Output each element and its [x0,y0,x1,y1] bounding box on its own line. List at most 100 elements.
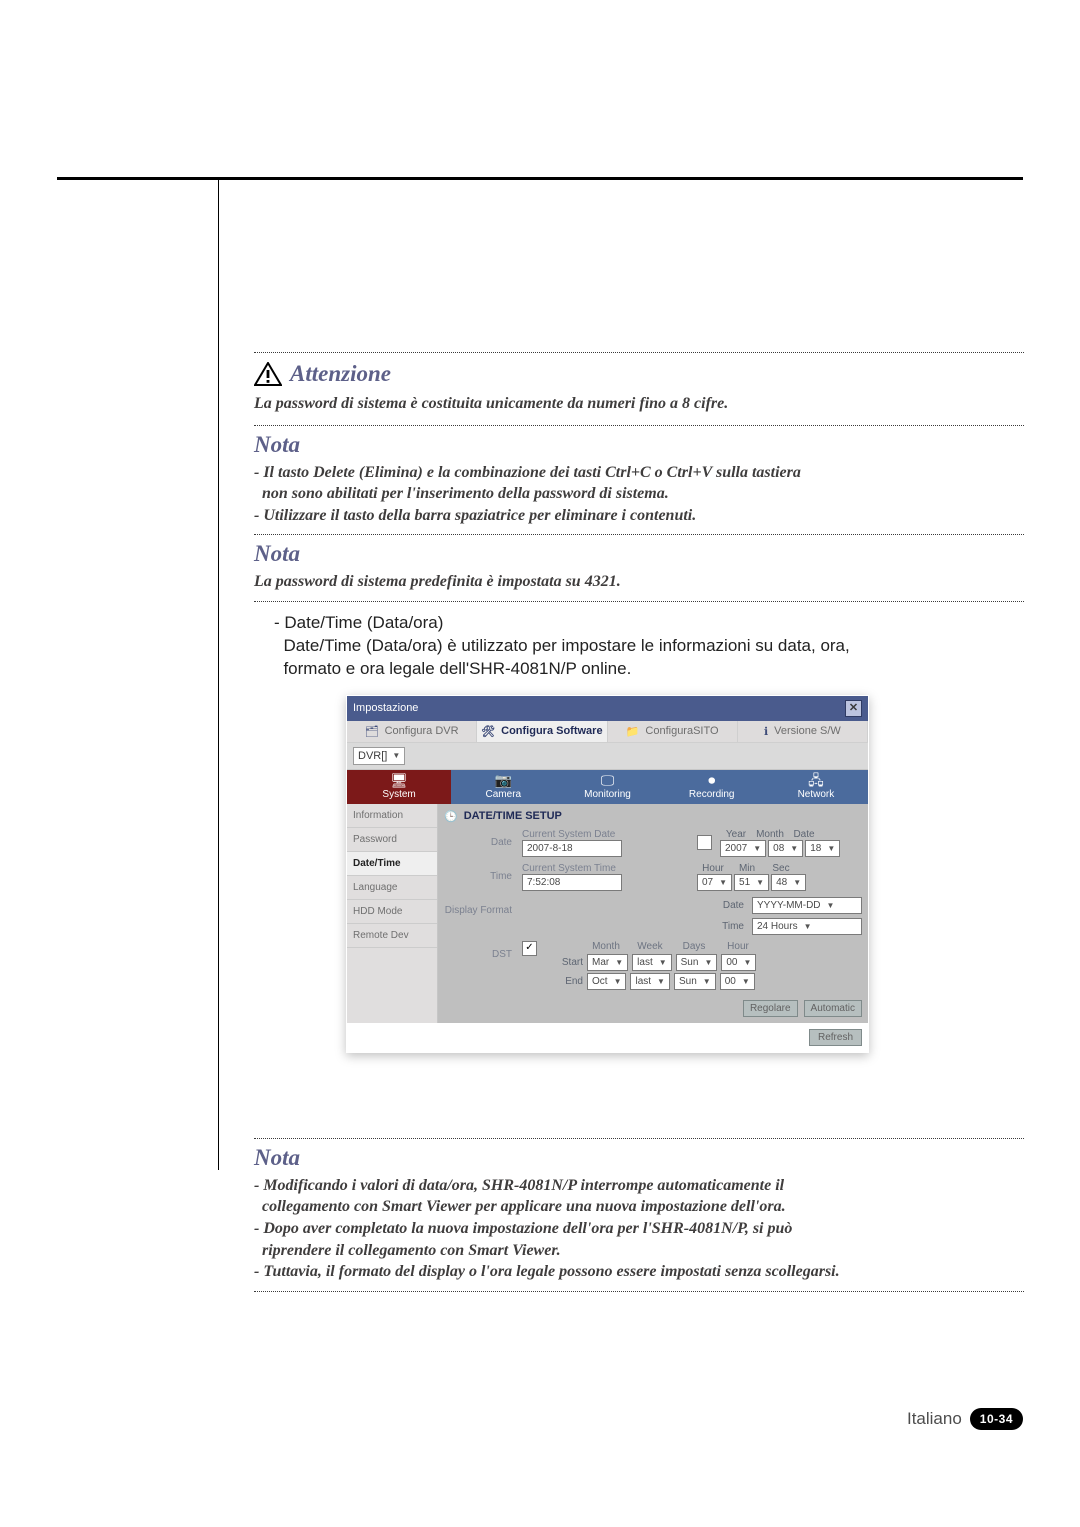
chevron-down-icon: ▼ [790,844,798,853]
folder-icon: 🗂 [365,725,379,738]
sidemenu-remotedev[interactable]: Remote Dev [347,924,437,948]
footer: Italiano 10-34 [907,1408,1023,1430]
tools-icon: 🛠 [481,725,495,738]
date-select[interactable]: 18▼ [805,840,840,857]
note-body-1: - Il tasto Delete (Elimina) e la combina… [254,462,1024,527]
chevron-down-icon: ▼ [827,844,835,853]
tab-system[interactable]: 🖥System [347,770,451,804]
attention-header: Attenzione [254,361,1024,387]
note-item: - Il tasto Delete (Elimina) e la combina… [254,462,1024,505]
label-min: Min [731,863,763,874]
chevron-down-icon: ▼ [793,878,801,887]
divider [254,534,1024,535]
datetime-description: - Date/Time (Data/ora) Date/Time (Data/o… [254,612,1024,681]
label-hour: Hour [697,863,729,874]
dst-start-day[interactable]: Sun▼ [676,954,718,971]
date-format-select[interactable]: YYYY-MM-DD▼ [752,897,862,914]
tab-monitoring[interactable]: 🖵Monitoring [555,770,659,804]
chevron-down-icon: ▼ [742,977,750,986]
min-select[interactable]: 51▼ [734,874,769,891]
tab-network[interactable]: 🖧Network [764,770,868,804]
label-date-col: Date [788,829,820,840]
label-display-format: Display Format [444,897,512,916]
tab-configura-software[interactable]: 🛠Configura Software [477,721,607,742]
tab-label: ConfiguraSITO [645,725,718,737]
label-dst-hour: Hour [721,941,755,952]
sidemenu-language[interactable]: Language [347,876,437,900]
tab-configura-sito[interactable]: 📁ConfiguraSITO [608,721,738,742]
main-tab-row: 🗂Configura DVR 🛠Configura Software 📁Conf… [347,721,868,743]
attention-title: Attenzione [290,361,391,387]
note-item: - Dopo aver completato la nuova impostaz… [254,1218,1024,1261]
network-icon: 🖧 [808,773,824,787]
dst-end-hour[interactable]: 00▼ [720,973,755,990]
label-dst-start: Start [551,957,583,968]
dvr-select[interactable]: DVR[] ▼ [353,747,405,765]
note-title-3: Nota [254,1145,1024,1171]
system-icon: 🖥 [390,773,408,787]
divider [254,1291,1024,1292]
time-format-select[interactable]: 24 Hours▼ [752,918,862,935]
tab-configura-dvr[interactable]: 🗂Configura DVR [347,721,477,742]
chevron-down-icon: ▼ [703,977,711,986]
sidemenu-password[interactable]: Password [347,828,437,852]
sidemenu-datetime[interactable]: Date/Time [347,852,437,876]
hour-select[interactable]: 07▼ [697,874,732,891]
record-icon: ⏺ [708,773,715,787]
caption-current-date: Current System Date [522,829,687,840]
month-select[interactable]: 08▼ [768,840,803,857]
label-displayformat-time: Time [722,921,744,932]
note-body-2: La password di sistema predefinita è imp… [254,571,1024,593]
dst-checkbox[interactable]: ✓ [522,941,537,956]
close-button[interactable]: ✕ [845,700,862,717]
note-title-2: Nota [254,541,1024,567]
btn-regolare[interactable]: Regolare [743,1000,798,1017]
chevron-down-icon: ▼ [659,958,667,967]
section-icon: 🕒 [444,810,458,823]
sec-select[interactable]: 48▼ [771,874,806,891]
tab-camera[interactable]: 📷Camera [451,770,555,804]
dst-end-day[interactable]: Sun▼ [674,973,716,990]
label-year: Year [720,829,752,840]
tab-label: Camera [486,789,522,800]
note-body-3: - Modificando i valori di data/ora, SHR-… [254,1175,1024,1283]
sidemenu-hddmode[interactable]: HDD Mode [347,900,437,924]
tab-recording[interactable]: ⏺ Recording [660,770,764,804]
year-select[interactable]: 2007▼ [720,840,766,857]
footer-language: Italiano [907,1409,962,1429]
current-date-field[interactable]: 2007-8-18 [522,840,622,857]
label-month: Month [754,829,786,840]
date-enable-checkbox[interactable] [697,835,712,850]
current-time-field[interactable]: 7:52:08 [522,874,622,891]
system-sidemenu: Information Password Date/Time Language … [347,804,438,1023]
attention-body: La password di sistema è costituita unic… [254,393,1024,415]
dvr-select-row: DVR[] ▼ [347,743,868,770]
label-dst: DST [444,941,512,960]
dst-start-month[interactable]: Mar▼ [587,954,628,971]
btn-automatic[interactable]: Automatic [804,1000,862,1017]
note-item: - Modificando i valori di data/ora, SHR-… [254,1175,1024,1218]
tab-label: Recording [689,789,735,800]
chevron-down-icon: ▼ [827,901,835,910]
chevron-down-icon: ▼ [615,958,623,967]
row-dst: DST ✓ Month Week Days Hour [444,941,862,990]
row-time: Time Current System Time 7:52:08 Hour Mi… [444,863,862,891]
dst-start-week[interactable]: last▼ [632,954,671,971]
dst-end-week[interactable]: last▼ [630,973,669,990]
chevron-down-icon: ▼ [657,977,665,986]
sidemenu-information[interactable]: Information [347,804,437,828]
btn-refresh[interactable]: Refresh [809,1029,862,1046]
dialog-window: Impostazione ✕ 🗂Configura DVR 🛠Configura… [346,695,869,1053]
dvr-select-value: DVR[] [358,750,387,762]
tab-versione-sw[interactable]: ℹVersione S/W [738,721,868,742]
note-item: - Utilizzare il tasto della barra spazia… [254,505,1024,527]
settings-canvas: 🕒 DATE/TIME SETUP Date Current System Da… [438,804,868,1023]
dst-start-hour[interactable]: 00▼ [721,954,756,971]
section-title: 🕒 DATE/TIME SETUP [444,810,862,823]
chevron-down-icon: ▼ [804,922,812,931]
label-dst-week: Week [633,941,667,952]
top-rule [57,177,1023,180]
dialog-titlebar[interactable]: Impostazione ✕ [347,696,868,721]
dst-end-month[interactable]: Oct▼ [587,973,626,990]
row-date: Date Current System Date 2007-8-18 [444,829,862,857]
